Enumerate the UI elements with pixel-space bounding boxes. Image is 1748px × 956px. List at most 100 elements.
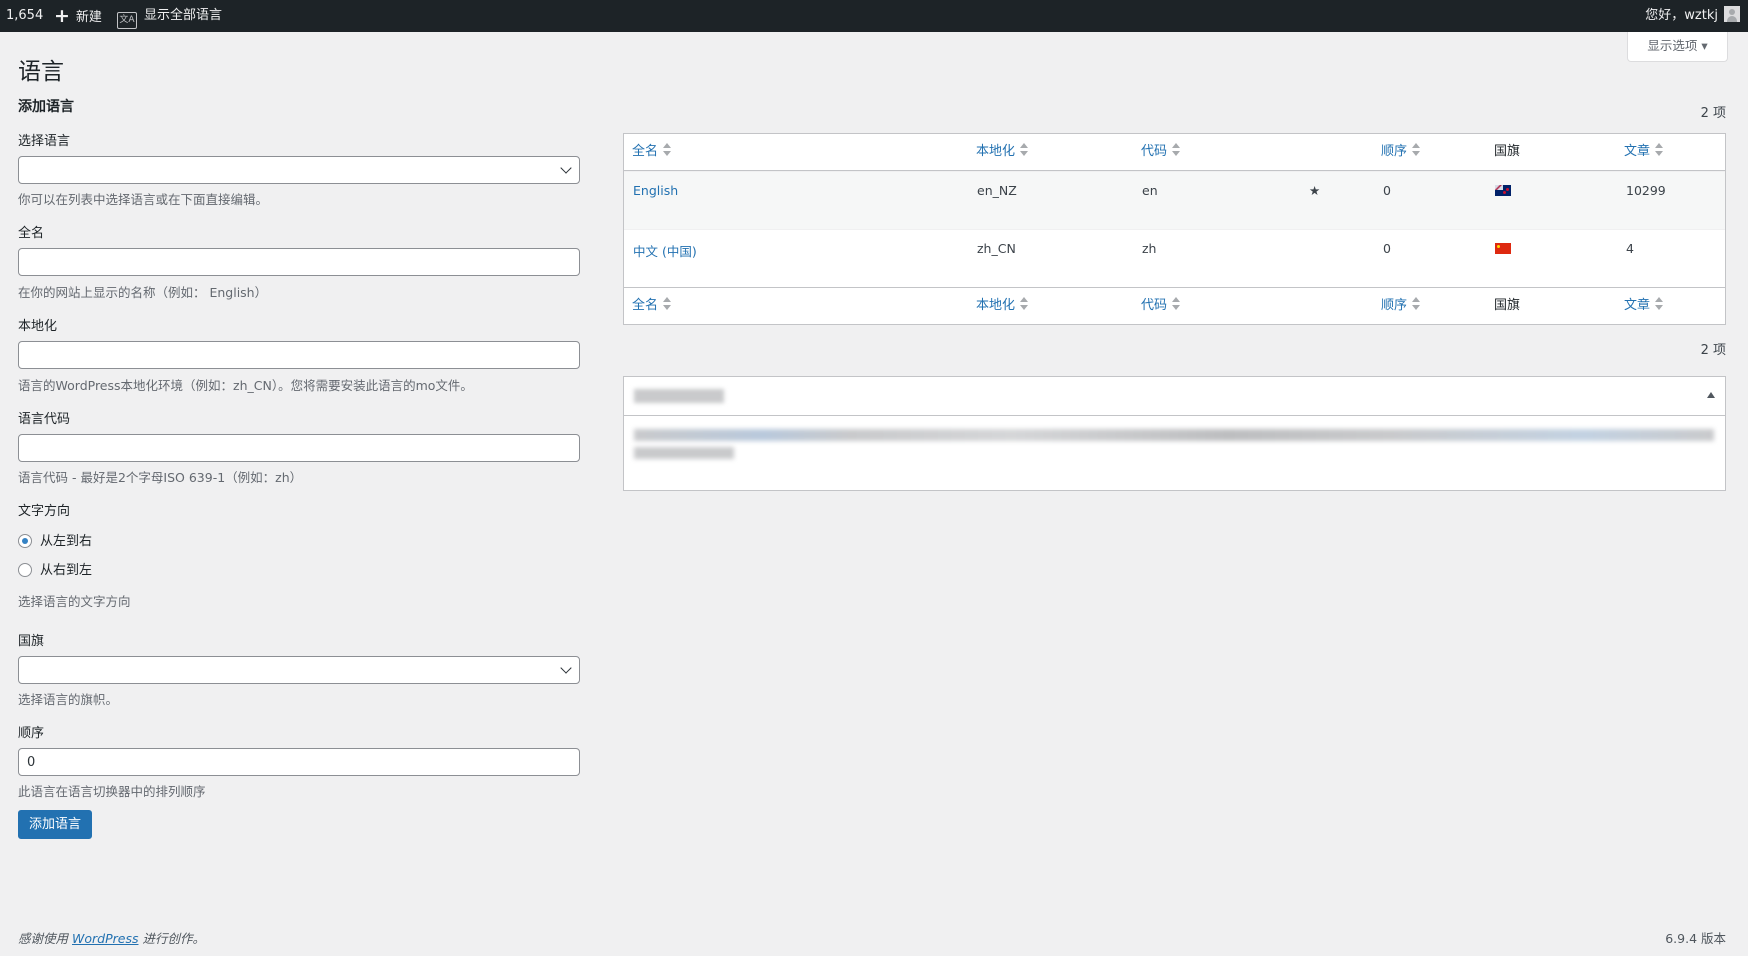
order-label: 顺序 [18,726,45,741]
add-language-heading: 添加语言 [18,99,74,115]
column-locale-label: 本地化 [976,298,1016,313]
text-direction-label: 文字方向 [18,504,71,519]
table-header-row: 全名 本地化 代码 顺序 国旗 文章 [624,134,1725,171]
column-posts-label: 文章 [1624,144,1651,159]
table-row: English en_NZ en ★ 0 10299 [624,171,1725,229]
column-name-label: 全名 [632,144,659,159]
language-order: 0 [1383,241,1391,256]
chevron-down-icon [560,162,572,174]
add-language-button[interactable]: 添加语言 [18,810,92,839]
text-direction-hint: 选择语言的文字方向 [18,594,131,609]
radio-unchecked-icon[interactable] [18,563,32,577]
chevron-down-icon [560,662,572,674]
flag-select[interactable] [18,656,580,684]
new-label: 新建 [75,10,102,25]
flag-hint: 选择语言的旗帜。 [18,692,119,707]
redacted-text-line [634,447,734,459]
sort-arrows-icon [1172,297,1181,311]
column-name-header[interactable]: 全名 [632,134,672,170]
language-code-hint: 语言代码 - 最好是2个字母ISO 639-1（例如：zh） [18,470,303,485]
sort-arrows-icon [663,143,672,157]
locale-hint: 语言的WordPress本地化环境（例如：zh_CN）。您将需要安装此语言的mo… [18,378,473,393]
column-name-footer[interactable]: 全名 [632,288,672,324]
language-posts-link[interactable]: 10299 [1626,183,1666,198]
column-locale-label: 本地化 [976,144,1016,159]
sort-arrows-icon [663,297,672,311]
item-count-top: 2 项 [1700,106,1726,121]
full-name-hint: 在你的网站上显示的名称（例如： English） [18,285,268,300]
triangle-up-icon[interactable] [1707,392,1715,398]
plus-icon: + [54,5,70,27]
footer-thanks: 感谢使用 WordPress 进行创作。 [18,928,205,947]
language-code: en [1142,183,1158,198]
full-name-label: 全名 [18,226,45,241]
column-posts-label: 文章 [1624,298,1651,313]
full-name-input[interactable] [18,248,580,276]
choose-language-select[interactable] [18,156,580,184]
column-name-label: 全名 [632,298,659,313]
language-code-label: 语言代码 [18,412,71,427]
screen-options-button[interactable]: 显示选项 ▾ [1627,32,1728,62]
redacted-panel-title [634,389,724,403]
column-locale-footer[interactable]: 本地化 [976,288,1029,324]
sort-arrows-icon [1412,143,1421,157]
admin-bar: 1,654 + 新建 文A 显示全部语言 您好，wztkj [0,0,1748,32]
avatar-icon [1724,6,1740,22]
column-order-header[interactable]: 顺序 [1381,134,1421,170]
column-posts-footer[interactable]: 文章 [1624,288,1664,324]
sort-arrows-icon [1412,297,1421,311]
column-locale-header[interactable]: 本地化 [976,134,1029,170]
footer-version: 6.9.4 版本 [1665,931,1726,946]
flag-cn-icon [1495,241,1511,257]
column-code-label: 代码 [1141,298,1168,313]
new-content-menu[interactable]: + 新建 [54,0,102,32]
language-code-input[interactable] [18,434,580,462]
choose-language-hint: 你可以在列表中选择语言或在下面直接编辑。 [18,192,269,207]
item-count-bottom: 2 项 [1700,343,1726,358]
column-code-label: 代码 [1141,144,1168,159]
sort-arrows-icon [1655,297,1664,311]
star-icon: ★ [1309,183,1321,198]
sort-arrows-icon [1655,143,1664,157]
order-input[interactable] [18,748,580,776]
order-hint: 此语言在语言切换器中的排列顺序 [18,784,206,799]
language-name-link[interactable]: 中文 (中国) [633,241,697,260]
footer-thanks-suffix: 进行创作。 [142,931,205,946]
radio-rtl[interactable]: 从右到左 [18,562,92,580]
column-code-footer[interactable]: 代码 [1141,288,1181,324]
radio-checked-icon[interactable] [18,534,32,548]
sort-arrows-icon [1172,143,1181,157]
greeting: 您好，wztkj [1645,8,1718,23]
footer-thanks-prefix: 感谢使用 [18,931,69,946]
column-code-header[interactable]: 代码 [1141,134,1181,170]
flag-nz-icon [1495,183,1511,199]
language-order: 0 [1383,183,1391,198]
panel-header[interactable] [624,377,1725,416]
language-name-link[interactable]: English [633,183,678,198]
show-all-languages-label: 显示全部语言 [144,8,223,23]
table-footer-row: 全名 本地化 代码 顺序 国旗 文章 [624,287,1725,324]
language-code: zh [1142,241,1157,256]
wordpress-link[interactable]: WordPress [72,931,138,946]
column-order-label: 顺序 [1381,298,1408,313]
locale-input[interactable] [18,341,580,369]
column-order-label: 顺序 [1381,144,1408,159]
collapsible-panel [623,376,1726,491]
column-posts-header[interactable]: 文章 [1624,134,1664,170]
page-title: 语言 [18,59,64,85]
radio-rtl-label: 从右到左 [40,563,93,578]
languages-table: 全名 本地化 代码 顺序 国旗 文章 English en_NZ en ★ 0 … [623,133,1726,325]
locale-label: 本地化 [18,319,58,334]
column-order-footer[interactable]: 顺序 [1381,288,1421,324]
radio-ltr-label: 从左到右 [40,534,93,549]
comment-count[interactable]: 1,654 [6,0,43,32]
language-posts-link[interactable]: 4 [1626,241,1634,256]
column-flag-footer: 国旗 [1494,298,1521,313]
column-flag-header: 国旗 [1494,144,1521,159]
language-locale: en_NZ [977,183,1017,198]
screen-options-label: 显示选项 [1647,38,1698,53]
show-all-languages-menu[interactable]: 文A 显示全部语言 [117,0,222,32]
my-account-menu[interactable]: 您好，wztkj [1645,0,1740,32]
radio-ltr[interactable]: 从左到右 [18,533,92,551]
table-row: 中文 (中国) zh_CN zh 0 4 [624,229,1725,287]
